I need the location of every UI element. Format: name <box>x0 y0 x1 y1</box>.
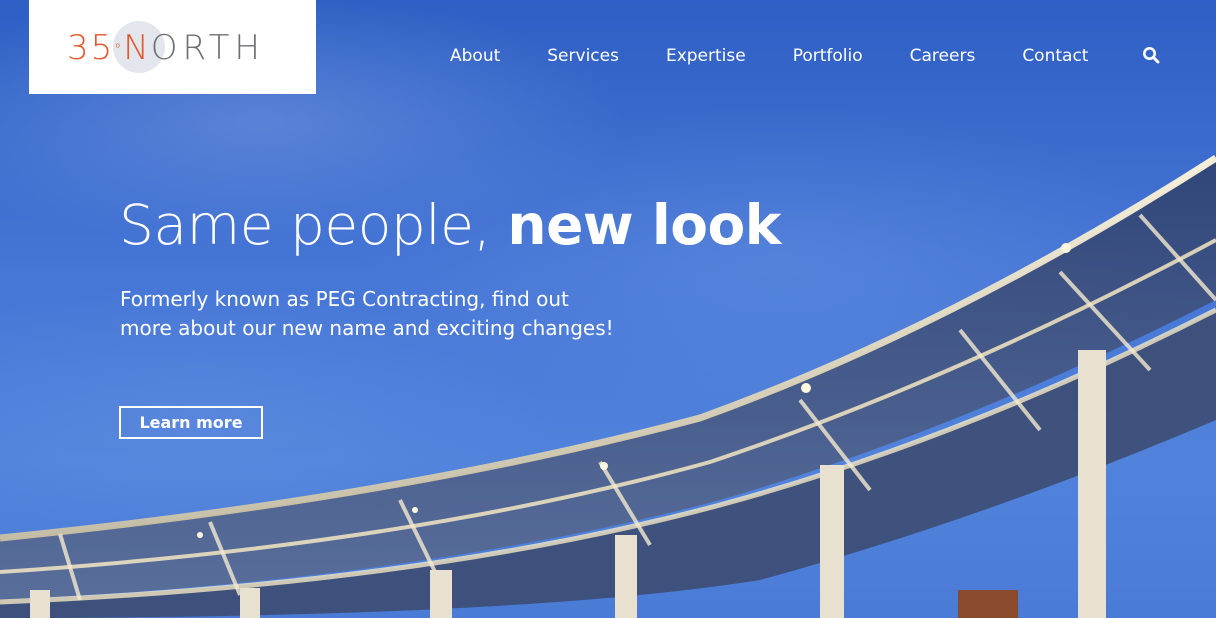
nav-item-about[interactable]: About <box>450 45 500 67</box>
search-icon[interactable] <box>1142 46 1160 66</box>
headline-bold-text: new look <box>507 193 781 257</box>
logo-number: 35 <box>67 28 115 68</box>
nav-item-portfolio[interactable]: Portfolio <box>793 45 863 67</box>
nav-item-contact[interactable]: Contact <box>1022 45 1088 67</box>
hero-headline: Same people, new look <box>119 190 781 260</box>
logo[interactable]: 35°NORTH <box>29 0 316 94</box>
nav-item-services[interactable]: Services <box>547 45 619 67</box>
nav-item-expertise[interactable]: Expertise <box>666 45 746 67</box>
learn-more-button[interactable]: Learn more <box>119 406 263 439</box>
logo-rest: ORTH <box>150 28 265 68</box>
headline-light-text: Same people, <box>119 193 508 257</box>
hero-subtext: Formerly known as PEG Contracting, find … <box>120 287 614 340</box>
nav-item-careers[interactable]: Careers <box>910 45 976 67</box>
logo-wordmark: 35°NORTH <box>67 28 265 68</box>
main-nav: About Services Expertise Portfolio Caree… <box>450 45 1160 67</box>
logo-degree: ° <box>114 42 124 58</box>
logo-first-letter: N <box>123 28 151 68</box>
